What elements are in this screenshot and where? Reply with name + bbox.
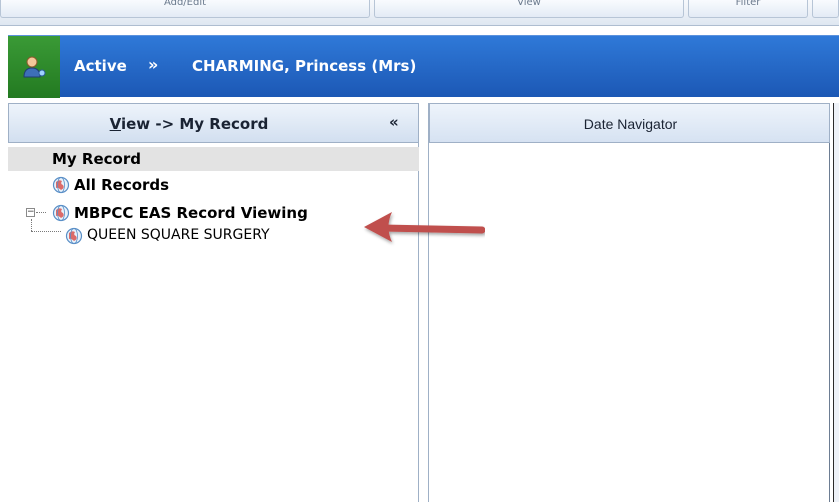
- ribbon-group-label: View: [517, 0, 541, 8]
- ribbon-group-extra[interactable]: [812, 0, 839, 18]
- person-icon: [23, 56, 46, 78]
- date-navigator-pane: Date Navigator: [428, 103, 830, 502]
- pane-header[interactable]: View -> My Record «: [8, 103, 419, 143]
- tree-item-label: MBPCC EAS Record Viewing: [74, 204, 308, 222]
- tree-item-group[interactable]: − MBPCC EAS Record Viewing: [8, 201, 419, 225]
- ribbon-group-filter[interactable]: Filter: [688, 0, 808, 18]
- pane-title-mnemonic: V: [109, 115, 121, 133]
- double-chevron-left-icon[interactable]: «: [389, 113, 399, 131]
- annotation-arrow-icon: [364, 212, 485, 242]
- tree-connector: [36, 212, 46, 213]
- tree-item-label: QUEEN SQUARE SURGERY: [87, 227, 270, 243]
- patient-name[interactable]: CHARMING, Princess (Mrs): [192, 57, 416, 75]
- date-navigator-title: Date Navigator: [583, 116, 678, 132]
- ribbon-group-label: Filter: [735, 0, 761, 8]
- right-splitter[interactable]: [833, 103, 839, 502]
- tree-item-label: My Record: [52, 150, 141, 168]
- pane-title-text: iew -> My Record: [120, 115, 269, 133]
- collapse-toggle-icon[interactable]: −: [26, 208, 35, 217]
- patient-status-indicator[interactable]: [8, 36, 60, 98]
- tree-item-label: All Records: [74, 176, 170, 194]
- globe-icon: [52, 204, 70, 222]
- ribbon-group-add-edit[interactable]: Add/Edit: [0, 0, 370, 18]
- ribbon-strip: Add/Edit View Filter: [0, 0, 839, 26]
- globe-icon: [52, 176, 70, 194]
- tree-item-my-record[interactable]: My Record: [8, 147, 419, 171]
- date-navigator-header[interactable]: Date Navigator: [429, 103, 830, 143]
- tree-item-all-records[interactable]: All Records: [8, 173, 419, 197]
- patient-banner: Active » CHARMING, Princess (Mrs): [8, 35, 839, 98]
- globe-icon: [65, 227, 83, 245]
- tree-item-queen-square-surgery[interactable]: QUEEN SQUARE SURGERY: [8, 227, 419, 251]
- ribbon-group-label: Add/Edit: [163, 0, 207, 8]
- tree-connector: [31, 231, 61, 232]
- double-chevron-down-icon[interactable]: »: [148, 55, 158, 74]
- ribbon-group-view[interactable]: View: [374, 0, 684, 18]
- record-view-pane: View -> My Record « My Record All Record…: [8, 103, 419, 502]
- pane-title: View -> My Record: [9, 115, 369, 133]
- patient-status-label: Active: [74, 57, 127, 75]
